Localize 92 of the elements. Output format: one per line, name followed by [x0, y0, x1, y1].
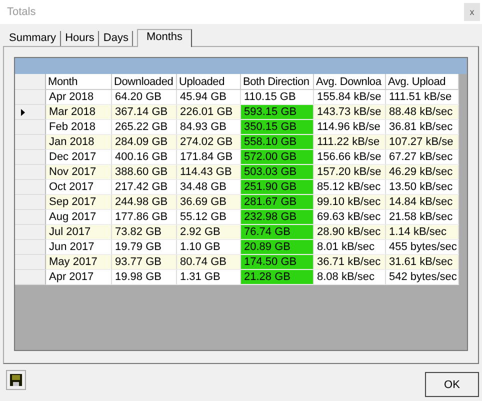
table-cell: 251.90 GB	[241, 180, 314, 195]
table-cell: 155.84 kB/se	[314, 90, 386, 105]
table-cell: 8.01 kB/sec	[314, 240, 386, 255]
table-cell: Jan 2018	[46, 135, 112, 150]
table-cell: 558.10 GB	[241, 135, 314, 150]
table-cell: 350.15 GB	[241, 120, 314, 135]
table-cell: Jun 2017	[46, 240, 112, 255]
table-cell: 13.50 kB/sec	[386, 180, 459, 195]
table-cell: 274.02 GB	[177, 135, 241, 150]
table-cell: 84.93 GB	[177, 120, 241, 135]
table-cell: 174.50 GB	[241, 255, 314, 270]
table-cell: 157.20 kB/se	[314, 165, 386, 180]
tab[interactable]: Months	[137, 29, 192, 47]
table-cell: 503.03 GB	[241, 165, 314, 180]
table-cell: 45.94 GB	[177, 90, 241, 105]
table-cell: 143.73 kB/se	[314, 105, 386, 120]
table-cell: 99.10 kB/sec	[314, 195, 386, 210]
table-cell: 572.00 GB	[241, 150, 314, 165]
table-cell: Sep 2017	[46, 195, 112, 210]
table-cell: 34.48 GB	[177, 180, 241, 195]
current-row-icon	[21, 108, 25, 116]
ok-button[interactable]: OK	[425, 372, 479, 397]
table-cell: 388.60 GB	[112, 165, 177, 180]
table-cell: 281.67 GB	[241, 195, 314, 210]
table-cell: 85.12 kB/sec	[314, 180, 386, 195]
column-header[interactable]: Avg. Upload	[386, 74, 459, 90]
table-cell: 107.27 kB/se	[386, 135, 459, 150]
table-cell: 8.08 kB/sec	[314, 270, 386, 285]
table-cell: Feb 2018	[46, 120, 112, 135]
table-cell: Apr 2018	[46, 90, 112, 105]
table-cell: 93.77 GB	[112, 255, 177, 270]
column-header[interactable]: Downloaded	[112, 74, 177, 90]
table-cell: 21.28 GB	[241, 270, 314, 285]
table-cell: 217.42 GB	[112, 180, 177, 195]
table-cell: 19.79 GB	[112, 240, 177, 255]
table-cell: Jul 2017	[46, 225, 112, 240]
table-cell: 19.98 GB	[112, 270, 177, 285]
table-cell: 36.81 kB/sec	[386, 120, 459, 135]
table-cell: 171.84 GB	[177, 150, 241, 165]
table-cell: 31.61 kB/sec	[386, 255, 459, 270]
table-cell: 76.74 GB	[241, 225, 314, 240]
table-cell: 21.58 kB/sec	[386, 210, 459, 225]
table-cell: 20.89 GB	[241, 240, 314, 255]
table-cell: 244.98 GB	[112, 195, 177, 210]
row-header[interactable]	[15, 105, 46, 120]
table-cell: 265.22 GB	[112, 120, 177, 135]
table-cell: 73.82 GB	[112, 225, 177, 240]
table-cell: 80.74 GB	[177, 255, 241, 270]
table-cell: 177.86 GB	[112, 210, 177, 225]
table-cell: 367.14 GB	[112, 105, 177, 120]
table-cell: 593.15 GB	[241, 105, 314, 120]
table-cell: 36.69 GB	[177, 195, 241, 210]
table-cell: 156.66 kB/se	[314, 150, 386, 165]
table-cell: 28.90 kB/sec	[314, 225, 386, 240]
table-cell: 1.31 GB	[177, 270, 241, 285]
column-header[interactable]: Avg. Downloa	[314, 74, 386, 90]
table-cell: 36.71 kB/sec	[314, 255, 386, 270]
table-cell: 46.29 kB/sec	[386, 165, 459, 180]
close-button[interactable]: x	[464, 3, 480, 21]
table-cell: 114.96 kB/se	[314, 120, 386, 135]
column-header[interactable]: Both Direction	[241, 74, 314, 90]
table-cell: Dec 2017	[46, 150, 112, 165]
table-cell: 2.92 GB	[177, 225, 241, 240]
table-cell: May 2017	[46, 255, 112, 270]
table-cell: 14.84 kB/sec	[386, 195, 459, 210]
table-cell: 232.98 GB	[241, 210, 314, 225]
table-cell: 88.48 kB/sec	[386, 105, 459, 120]
table-cell: 455 bytes/sec	[386, 240, 459, 255]
table-cell: Oct 2017	[46, 180, 112, 195]
table-cell: 64.20 GB	[112, 90, 177, 105]
table-cell: 111.51 kB/se	[386, 90, 459, 105]
window-title: Totals	[7, 6, 36, 18]
row-header	[15, 74, 46, 90]
table-cell: 111.22 kB/se	[314, 135, 386, 150]
column-header[interactable]: Uploaded	[177, 74, 241, 90]
table-cell: 55.12 GB	[177, 210, 241, 225]
table-cell: Aug 2017	[46, 210, 112, 225]
save-button[interactable]	[6, 370, 26, 390]
table-cell: Mar 2018	[46, 105, 112, 120]
table-cell: 542 bytes/sec	[386, 270, 459, 285]
table-cell: 69.63 kB/sec	[314, 210, 386, 225]
table-cell: Nov 2017	[46, 165, 112, 180]
table-cell: 1.10 GB	[177, 240, 241, 255]
table-cell: 67.27 kB/sec	[386, 150, 459, 165]
column-header[interactable]: Month	[46, 74, 112, 90]
table-cell: Apr 2017	[46, 270, 112, 285]
table-cell: 114.43 GB	[177, 165, 241, 180]
table-cell: 284.09 GB	[112, 135, 177, 150]
table-cell: 400.16 GB	[112, 150, 177, 165]
table-cell: 226.01 GB	[177, 105, 241, 120]
table-cell: 1.14 kB/sec	[386, 225, 459, 240]
table-cell: 110.15 GB	[241, 90, 314, 105]
